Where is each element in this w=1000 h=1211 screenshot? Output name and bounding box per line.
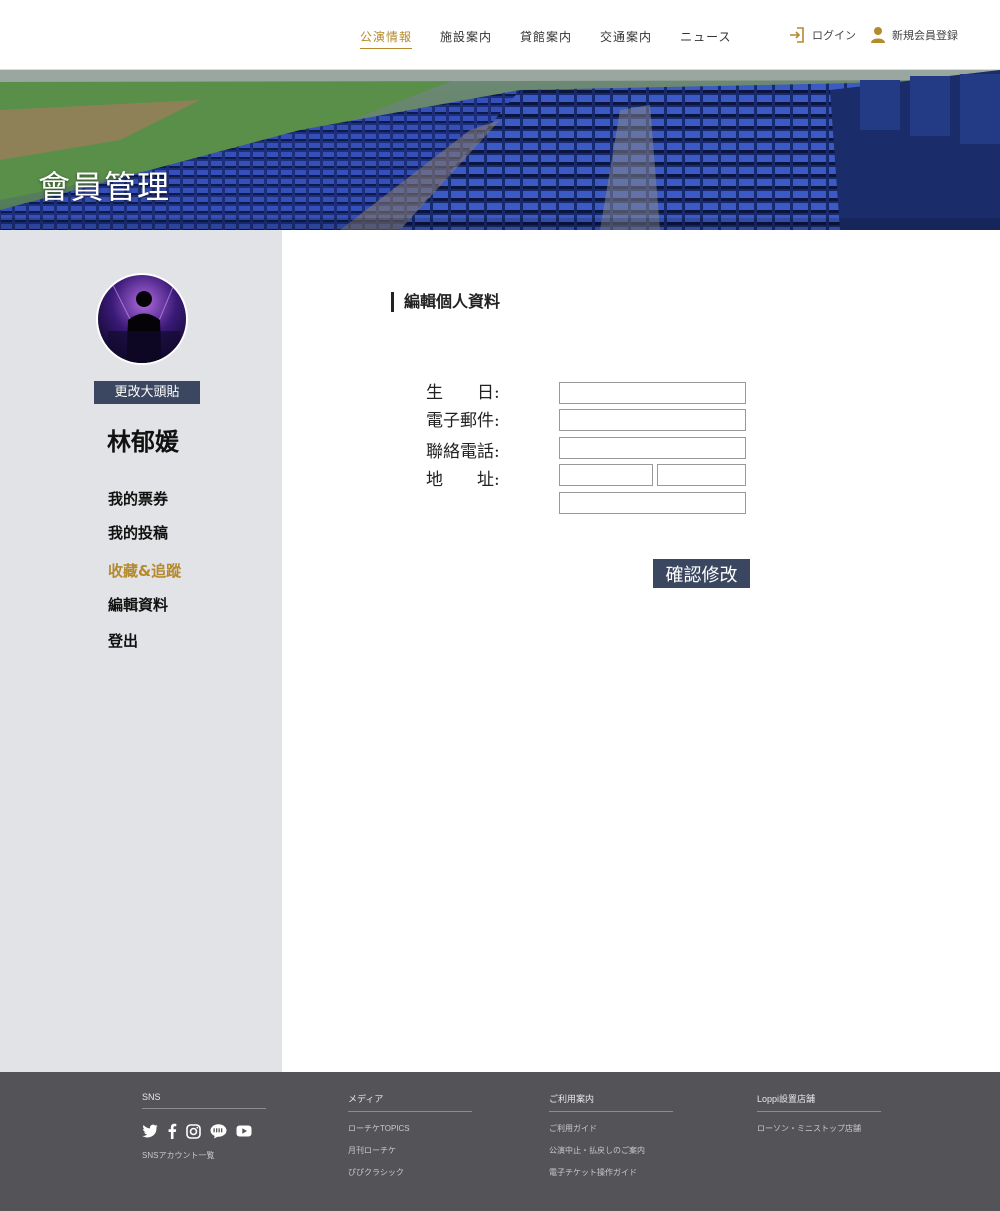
footer-heading-sns: SNS [142, 1092, 266, 1109]
footer-link-sns-accounts[interactable]: SNSアカウント一覧 [142, 1150, 266, 1161]
address-district-field[interactable] [657, 464, 746, 486]
phone-field[interactable] [559, 437, 746, 459]
register-link[interactable]: 新規会員登録 [870, 26, 958, 44]
user-icon [870, 26, 886, 44]
banner-title: 會員管理 [38, 168, 171, 206]
footer-link-stores[interactable]: ローソン・ミニストップ店舗 [757, 1123, 881, 1134]
instagram-icon[interactable] [186, 1123, 201, 1139]
user-name: 林郁媛 [107, 428, 179, 456]
page-banner: 會員管理 [0, 70, 1000, 230]
address-street-field[interactable] [559, 492, 746, 514]
login-label: ログイン [812, 30, 856, 42]
footer-heading-loppi: Loppi設置店舗 [757, 1092, 881, 1112]
main-nav: 公演情報 施設案内 貸館案内 交通案内 ニュース [360, 28, 759, 49]
footer-link-usage-guide[interactable]: ご利用ガイド [549, 1123, 673, 1134]
footer-col-loppi: Loppi設置店舗 ローソン・ミニストップ店舗 [757, 1092, 881, 1134]
twitter-icon[interactable] [142, 1124, 158, 1138]
address-label: 地 址: [426, 470, 500, 490]
line-icon[interactable] [210, 1123, 227, 1139]
site-header: 公演情報 施設案内 貸館案内 交通案内 ニュース ログイン 新規会員登録 [0, 0, 1000, 70]
footer-link-eticket-guide[interactable]: 電子チケット操作ガイド [549, 1167, 673, 1178]
sidebar-item-my-posts[interactable]: 我的投稿 [108, 522, 168, 543]
nav-facilities[interactable]: 施設案内 [440, 28, 492, 49]
login-icon [788, 26, 806, 44]
footer-link-monthly[interactable]: 月刊ローチケ [348, 1145, 472, 1156]
nav-rental[interactable]: 貸館案内 [520, 28, 572, 49]
footer-link-refund[interactable]: 公演中止・払戻しのご案内 [549, 1145, 673, 1156]
address-city-field[interactable] [559, 464, 653, 486]
avatar [96, 273, 188, 365]
youtube-icon[interactable] [236, 1125, 252, 1137]
sidebar-item-my-tickets[interactable]: 我的票券 [108, 488, 168, 509]
member-sidebar: 更改大頭貼 林郁媛 我的票券 我的投稿 收藏&追蹤 編輯資料 登出 [0, 230, 282, 1072]
facebook-icon[interactable] [167, 1123, 177, 1139]
auth-links: ログイン 新規会員登録 [788, 26, 972, 44]
footer-heading-guide: ご利用案内 [549, 1092, 673, 1112]
nav-access[interactable]: 交通案内 [600, 28, 652, 49]
sidebar-item-logout[interactable]: 登出 [108, 630, 138, 651]
sidebar-item-edit-profile[interactable]: 編輯資料 [108, 594, 168, 615]
phone-label: 聯絡電話: [426, 442, 500, 462]
sns-icon-row [142, 1123, 266, 1139]
nav-news[interactable]: ニュース [680, 28, 731, 49]
nav-performances[interactable]: 公演情報 [360, 28, 413, 49]
birthday-field[interactable] [559, 382, 746, 404]
footer-col-guide: ご利用案内 ご利用ガイド 公演中止・払戻しのご案内 電子チケット操作ガイド [549, 1092, 673, 1178]
site-footer: SNS SNSアカウント一覧 メディア ローチケTOPICS 月刊ローチケ ぴぴ… [0, 1072, 1000, 1211]
register-label: 新規会員登録 [892, 30, 958, 42]
footer-heading-media: メディア [348, 1092, 472, 1112]
confirm-edit-button[interactable]: 確認修改 [653, 559, 750, 588]
email-field[interactable] [559, 409, 746, 431]
footer-link-topics[interactable]: ローチケTOPICS [348, 1123, 472, 1134]
footer-link-classic[interactable]: ぴぴクラシック [348, 1167, 472, 1178]
login-link[interactable]: ログイン [788, 26, 856, 44]
birthday-label: 生 日: [426, 383, 500, 403]
footer-col-sns: SNS SNSアカウント一覧 [142, 1092, 266, 1161]
email-label: 電子郵件: [426, 411, 500, 431]
section-title: 編輯個人資料 [391, 292, 500, 312]
sidebar-item-favorites[interactable]: 收藏&追蹤 [108, 560, 181, 581]
footer-col-media: メディア ローチケTOPICS 月刊ローチケ ぴぴクラシック [348, 1092, 472, 1178]
change-avatar-button[interactable]: 更改大頭貼 [94, 381, 200, 404]
